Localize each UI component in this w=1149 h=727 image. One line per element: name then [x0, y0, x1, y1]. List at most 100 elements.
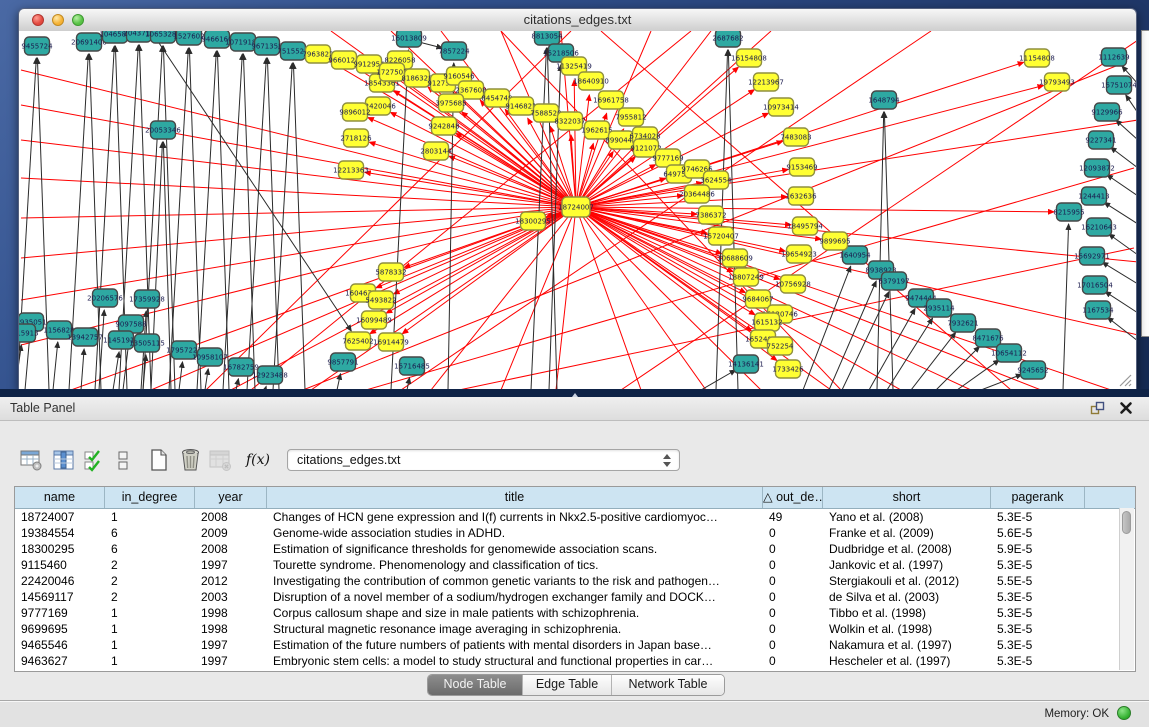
graph-node[interactable]: 9857791: [327, 353, 358, 371]
graph-node[interactable]: 20053346: [145, 121, 181, 139]
graph-node[interactable]: 6379197: [878, 272, 909, 290]
graph-node[interactable]: 1615132: [751, 313, 782, 331]
graph-node[interactable]: 2718126: [340, 129, 372, 147]
graph-node[interactable]: 752254: [767, 337, 794, 355]
graph-node[interactable]: 14136141: [728, 355, 764, 373]
graph-node[interactable]: 9899695: [819, 232, 850, 250]
graph-node[interactable]: 12213967: [748, 73, 784, 91]
graph-node[interactable]: 2687682: [712, 31, 743, 47]
column-header-name[interactable]: name: [15, 487, 105, 508]
resize-grip-icon[interactable]: [1117, 373, 1133, 388]
table-row[interactable]: 977716911998Corpus callosum shape and si…: [15, 605, 1135, 621]
graph-node[interactable]: 1112639: [1098, 48, 1129, 66]
table-row[interactable]: 946362711997Embryonic stem cells: a mode…: [15, 653, 1135, 669]
graph-node[interactable]: 17359928: [129, 290, 165, 308]
table-row[interactable]: 1938455462009Genome-wide association stu…: [15, 525, 1135, 541]
graph-node[interactable]: 10973414: [763, 98, 799, 116]
tab-network-table[interactable]: Network Table: [612, 675, 724, 695]
column-header-year[interactable]: year: [195, 487, 267, 508]
panel-splitter-handle[interactable]: [570, 392, 580, 397]
graph-node[interactable]: 7932621: [947, 314, 978, 332]
column-visibility-icon[interactable]: [52, 448, 76, 472]
graph-node[interactable]: 7483083: [780, 128, 811, 146]
graph-node[interactable]: 12923488: [252, 366, 288, 384]
scrollbar-thumb[interactable]: [1122, 511, 1131, 534]
graph-node[interactable]: 9227341: [1085, 131, 1116, 149]
column-header-out_de[interactable]: △ out_de…: [763, 487, 823, 508]
graph-node[interactable]: 18807249: [728, 268, 764, 286]
graph-node[interactable]: 15720407: [703, 227, 739, 245]
graph-node[interactable]: 9455724: [21, 37, 53, 55]
graph-node[interactable]: 3915913: [19, 324, 39, 342]
background-window-sliver[interactable]: [1141, 30, 1149, 337]
function-builder-icon[interactable]: f(x): [243, 448, 273, 472]
graph-node[interactable]: 13505115: [129, 334, 165, 352]
graph-node[interactable]: 9242848: [428, 117, 459, 135]
graph-node[interactable]: 19654923: [781, 245, 817, 263]
graph-node[interactable]: 11154808: [1019, 49, 1055, 67]
table-row[interactable]: 2242004622012Investigating the contribut…: [15, 573, 1135, 589]
graph-node[interactable]: 18300295: [515, 212, 551, 230]
graph-node[interactable]: 18640910: [573, 72, 609, 90]
graph-node[interactable]: 15692971: [1074, 247, 1110, 265]
graph-node[interactable]: 5878332: [375, 263, 406, 281]
graph-node[interactable]: 16099489: [356, 311, 392, 329]
deselect-icon[interactable]: [116, 448, 140, 472]
float-window-icon[interactable]: [1090, 401, 1105, 416]
new-column-icon[interactable]: [148, 448, 172, 472]
graph-node[interactable]: 9245652: [1017, 361, 1048, 379]
table-scrollbar[interactable]: [1119, 508, 1134, 670]
column-header-pagerank[interactable]: pagerank: [991, 487, 1085, 508]
graph-node[interactable]: 1244413: [1078, 187, 1109, 205]
graph-node[interactable]: 1632636: [785, 187, 817, 205]
graph-node[interactable]: 7857224: [438, 42, 470, 60]
graph-node[interactable]: 2803144: [420, 142, 452, 160]
graph-node[interactable]: 20206576: [87, 289, 123, 307]
graph-node[interactable]: 1527602: [173, 31, 204, 45]
graph-node[interactable]: 15751074: [1101, 76, 1136, 94]
graph-node[interactable]: 16154808: [731, 49, 767, 67]
graph-node[interactable]: 1648794: [868, 91, 900, 109]
network-canvas[interactable]: 9455724206914061046580204371810653287152…: [19, 31, 1136, 390]
graph-node[interactable]: 17016504: [1077, 276, 1113, 294]
close-panel-icon[interactable]: [1119, 401, 1133, 415]
graph-node[interactable]: 5493822: [365, 291, 396, 309]
graph-node[interactable]: 18495794: [787, 217, 823, 235]
graph-node[interactable]: 10654112: [991, 344, 1027, 362]
graph-node[interactable]: 8813054: [531, 31, 563, 45]
graph-node[interactable]: 7386372: [695, 206, 726, 224]
graph-node[interactable]: 7955812: [615, 108, 646, 126]
graph-node[interactable]: 16210643: [1081, 218, 1117, 236]
graph-node[interactable]: 9896012: [339, 103, 370, 121]
graph-node[interactable]: 7625402: [342, 332, 373, 350]
select-mode-icon[interactable]: [83, 448, 107, 472]
table-row[interactable]: 1830029562008Estimation of significance …: [15, 541, 1135, 557]
table-row[interactable]: 911546021997Tourette syndrome. Phenomeno…: [15, 557, 1135, 573]
graph-node[interactable]: 16961758: [593, 91, 629, 109]
column-header-title[interactable]: title: [267, 487, 763, 508]
table-row[interactable]: 946554611997Estimation of the future num…: [15, 637, 1135, 653]
graph-node[interactable]: 12093872: [1079, 159, 1115, 177]
table-row[interactable]: 969969511998Structural magnetic resonanc…: [15, 621, 1135, 637]
table-row[interactable]: 1872400712008Changes of HCN gene express…: [15, 509, 1135, 525]
table-selector[interactable]: citations_edges.txt: [287, 449, 680, 471]
graph-node[interactable]: 13942757: [67, 328, 103, 346]
graph-node[interactable]: 19793493: [1039, 73, 1075, 91]
graph-node[interactable]: 16914479: [373, 333, 409, 351]
column-header-in_degree[interactable]: in_degree: [105, 487, 195, 508]
graph-node[interactable]: 10756928: [775, 275, 811, 293]
graph-node[interactable]: 9129966: [1091, 103, 1123, 121]
tab-node-table[interactable]: Node Table: [428, 675, 523, 695]
delete-column-icon[interactable]: [179, 448, 203, 472]
graph-node[interactable]: 16013809: [391, 31, 427, 47]
table-settings-icon[interactable]: [20, 448, 44, 472]
graph-hub-node[interactable]: 18724007: [558, 197, 594, 217]
graph-node[interactable]: 10688609: [717, 249, 753, 267]
table-row[interactable]: 1456911722003Disruption of a novel membe…: [15, 589, 1135, 605]
column-header-short[interactable]: short: [823, 487, 991, 508]
graph-node[interactable]: 9153469: [786, 158, 817, 176]
graph-node[interactable]: 1167534: [1082, 301, 1114, 319]
graph-node[interactable]: 12213363: [333, 161, 369, 179]
window-titlebar[interactable]: citations_edges.txt: [19, 9, 1136, 32]
graph-node[interactable]: 15716485: [394, 357, 430, 375]
